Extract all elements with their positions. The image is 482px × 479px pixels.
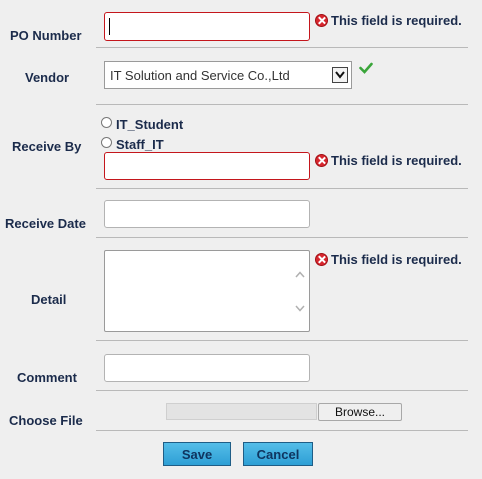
receive-by-field[interactable]: [104, 152, 310, 180]
divider: [96, 340, 468, 341]
scroll-up-icon[interactable]: [295, 265, 305, 283]
po-number-label: PO Number: [10, 28, 82, 43]
error-icon: [315, 14, 328, 27]
divider: [96, 47, 468, 48]
comment-field[interactable]: [104, 354, 310, 382]
comment-label: Comment: [17, 370, 77, 385]
receive-by-label: Receive By: [12, 139, 82, 154]
radio-staff-it[interactable]: [101, 137, 112, 148]
choose-file-label: Choose File: [9, 413, 83, 428]
divider: [96, 104, 468, 105]
radio-staff-it-label: Staff_IT: [116, 137, 164, 152]
browse-button[interactable]: Browse...: [318, 403, 402, 421]
text-caret: [109, 18, 110, 35]
file-name-display: [166, 403, 317, 420]
check-icon: [359, 61, 373, 79]
radio-it-student-label: IT_Student: [116, 117, 184, 132]
receive-by-error: This field is required.: [331, 153, 462, 168]
detail-error: This field is required.: [331, 252, 462, 267]
divider: [96, 188, 468, 189]
receive-date-label: Receive Date: [5, 216, 86, 231]
cancel-button[interactable]: Cancel: [243, 442, 313, 466]
divider: [96, 237, 468, 238]
error-icon: [315, 253, 328, 266]
vendor-label: Vendor: [25, 70, 70, 85]
save-button[interactable]: Save: [163, 442, 231, 466]
vendor-selected-value: IT Solution and Service Co.,Ltd: [110, 68, 290, 83]
scroll-down-icon[interactable]: [295, 299, 305, 317]
divider: [96, 390, 468, 391]
radio-it-student[interactable]: [101, 117, 112, 128]
po-number-field[interactable]: [104, 12, 310, 41]
divider: [96, 430, 468, 431]
chevron-down-icon[interactable]: [332, 67, 348, 83]
vendor-select[interactable]: IT Solution and Service Co.,Ltd: [104, 61, 352, 89]
po-number-error: This field is required.: [331, 13, 462, 28]
detail-label: Detail: [31, 292, 67, 307]
error-icon: [315, 154, 328, 167]
detail-textarea[interactable]: [104, 250, 310, 332]
receive-date-field[interactable]: [104, 200, 310, 228]
